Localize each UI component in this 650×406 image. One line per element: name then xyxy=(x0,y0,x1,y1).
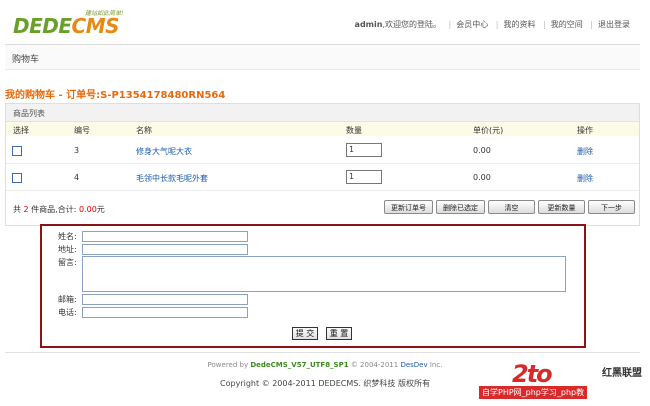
row-checkbox[interactable] xyxy=(12,146,22,156)
row-id: 3 xyxy=(74,146,80,155)
next-step-button[interactable]: 下一步 xyxy=(588,200,635,214)
col-select: 选择 xyxy=(13,126,29,135)
table-row: 3 修身大气呢大衣 1 0.00 删除 xyxy=(6,137,639,164)
logo-text: DEDECMS xyxy=(13,14,120,38)
username: admin xyxy=(354,20,383,29)
update-order-button[interactable]: 更新订单号 xyxy=(384,200,433,214)
row-id: 4 xyxy=(74,173,80,182)
reset-button[interactable]: 重 置 xyxy=(326,327,352,340)
watermark-logo: 2to xyxy=(512,360,553,388)
quantity-input[interactable]: 1 xyxy=(346,143,382,157)
powered-product-link[interactable]: DedeCMS_V57_UTF8_SP1 xyxy=(250,361,348,369)
row-price: 0.00 xyxy=(473,173,491,182)
col-id: 编号 xyxy=(74,126,90,135)
message-textarea[interactable] xyxy=(82,256,566,292)
logo-slogan: 建站如此简单! xyxy=(85,10,124,17)
breadcrumb: 购物车 xyxy=(5,44,640,70)
row-checkbox[interactable] xyxy=(12,173,22,183)
logo[interactable]: DEDECMS 建站如此简单! xyxy=(13,8,173,40)
row-name-link[interactable]: 修身大气呢大衣 xyxy=(136,146,192,157)
submit-button[interactable]: 提 交 xyxy=(292,327,318,340)
address-input[interactable] xyxy=(82,244,248,255)
powered-company-link[interactable]: DesDev xyxy=(400,361,427,369)
nav-my-space[interactable]: 我的空间 xyxy=(551,20,583,29)
quantity-input[interactable]: 1 xyxy=(346,170,382,184)
col-action: 操作 xyxy=(577,126,593,135)
top-nav: admin,欢迎您的登陆。 | 会员中心 | 我的资料 | 我的空间 | 退出登录 xyxy=(354,20,630,29)
name-label: 姓名: xyxy=(58,232,77,241)
address-label: 地址: xyxy=(58,245,77,254)
name-input[interactable] xyxy=(82,231,248,242)
cart-title: 我的购物车 - 订单号:S-P1354178480RN564 xyxy=(5,90,226,101)
update-qty-button[interactable]: 更新数量 xyxy=(538,200,585,214)
phone-label: 电话: xyxy=(58,308,77,317)
clear-cart-button[interactable]: 清空 xyxy=(488,200,535,214)
delete-selected-button[interactable]: 删除已选定 xyxy=(436,200,485,214)
zip-label: 邮箱: xyxy=(58,295,77,304)
product-list-panel: 商品列表 选择 编号 名称 数量 单价(元) 操作 3 修身大气呢大衣 1 0.… xyxy=(5,103,640,226)
zip-input[interactable] xyxy=(82,294,248,305)
row-price: 0.00 xyxy=(473,146,491,155)
phone-input[interactable] xyxy=(82,307,248,318)
row-delete-link[interactable]: 删除 xyxy=(577,146,593,157)
nav-member-center[interactable]: 会员中心 xyxy=(456,20,488,29)
watermark-site: 自学PHP网_php学习_php教 xyxy=(479,386,588,399)
nav-my-profile[interactable]: 我的资料 xyxy=(504,20,536,29)
table-row: 4 毛领中长款毛呢外套 1 0.00 删除 xyxy=(6,164,639,191)
panel-title: 商品列表 xyxy=(13,109,45,118)
panel-header: 商品列表 xyxy=(6,104,639,122)
col-name: 名称 xyxy=(136,126,152,135)
welcome-text: ,欢迎您的登陆。 xyxy=(382,20,441,29)
row-delete-link[interactable]: 删除 xyxy=(577,173,593,184)
breadcrumb-label: 购物车 xyxy=(12,55,40,65)
total-amount: 0.00 xyxy=(78,205,97,214)
col-price: 单价(元) xyxy=(473,126,504,135)
watermark: 2to 红黑联盟 自学PHP网_php学习_php教 xyxy=(479,360,650,406)
footer-divider xyxy=(5,352,640,353)
col-qty: 数量 xyxy=(346,126,362,135)
nav-logout[interactable]: 退出登录 xyxy=(598,20,630,29)
cart-summary: 共 2 件商品,合计: 0.00元 xyxy=(13,205,105,214)
watermark-brand: 红黑联盟 xyxy=(602,368,642,379)
message-label: 留言: xyxy=(58,258,77,267)
table-header: 选择 编号 名称 数量 单价(元) 操作 xyxy=(6,122,639,136)
row-name-link[interactable]: 毛领中长款毛呢外套 xyxy=(136,173,208,184)
